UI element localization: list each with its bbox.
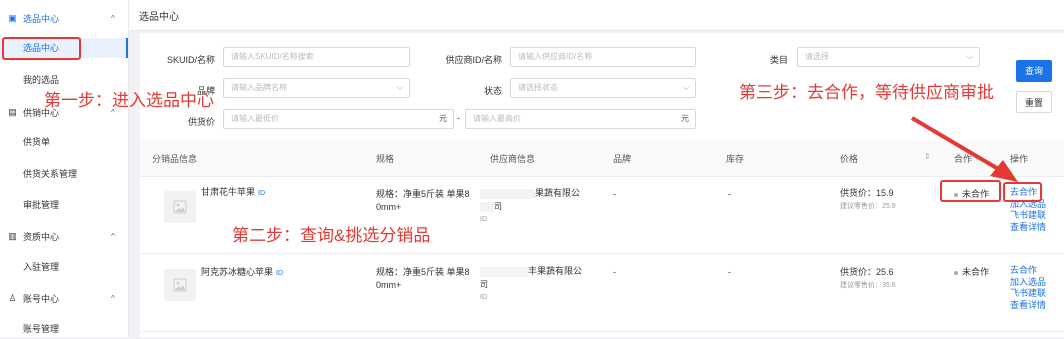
annotation-arrow bbox=[910, 116, 1018, 182]
